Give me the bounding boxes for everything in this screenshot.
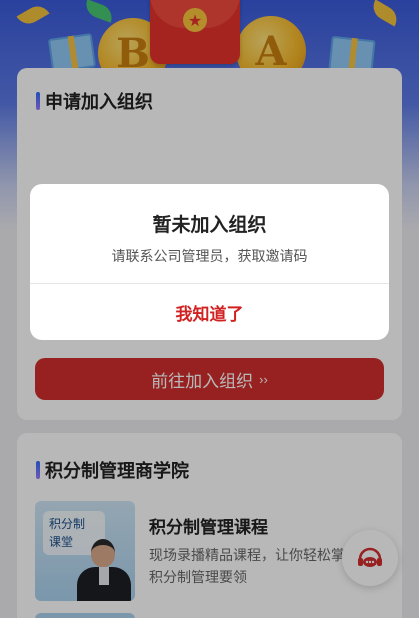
got-it-button[interactable]: 我知道了	[30, 284, 389, 340]
dialog-title: 暂未加入组织	[152, 214, 267, 236]
dialog-message: 请联系公司管理员，获取邀请码	[111, 249, 308, 265]
not-joined-dialog: 暂未加入组织 请联系公司管理员，获取邀请码 我知道了	[30, 184, 389, 340]
